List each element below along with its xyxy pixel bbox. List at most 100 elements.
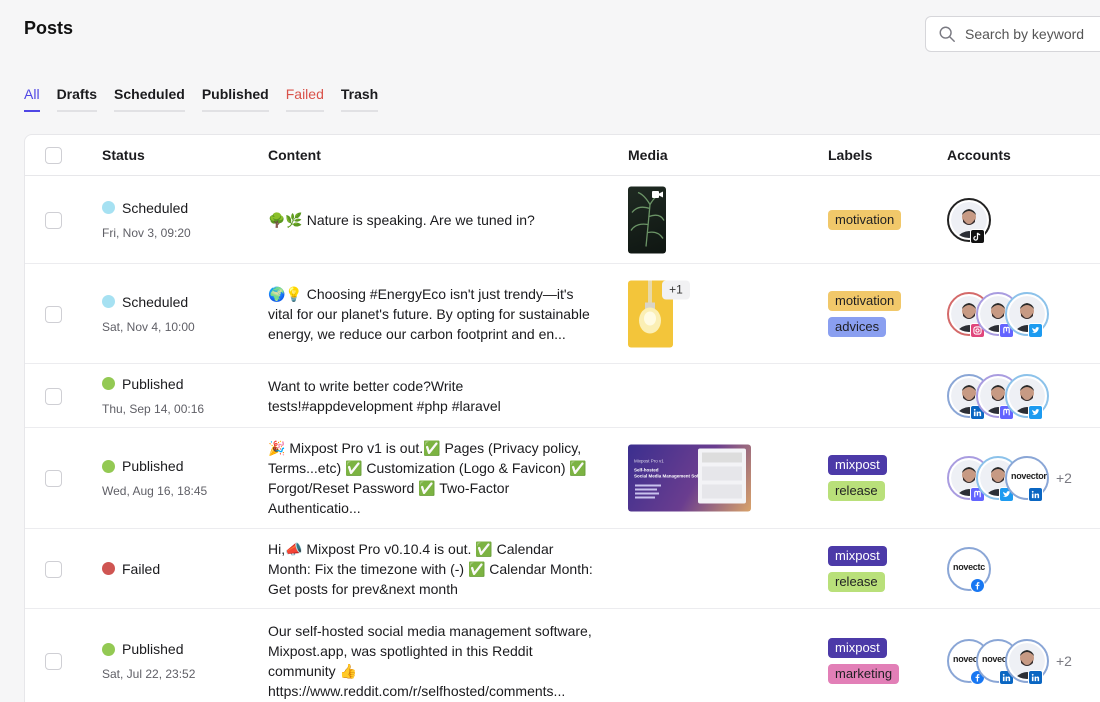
status-tabs: All Drafts Scheduled Published Failed Tr… bbox=[24, 86, 395, 112]
labels-cell: mixpost release bbox=[828, 545, 887, 592]
more-accounts-count[interactable]: +2 bbox=[1056, 653, 1072, 669]
tab-trash[interactable]: Trash bbox=[340, 86, 379, 112]
plant-video-thumbnail[interactable] bbox=[628, 186, 666, 253]
status-dot bbox=[102, 295, 115, 308]
twitter-icon bbox=[1028, 322, 1043, 338]
tab-published[interactable]: Published bbox=[201, 86, 269, 112]
brand-logo-text: novec bbox=[953, 654, 978, 664]
row-checkbox[interactable] bbox=[45, 653, 62, 670]
status-dot bbox=[102, 562, 115, 575]
status-cell: Published Sat, Jul 22, 23:52 bbox=[102, 641, 195, 681]
status-text: Scheduled bbox=[122, 293, 189, 310]
post-content[interactable]: Our self-hosted social media management … bbox=[268, 621, 598, 701]
post-content[interactable]: Want to write better code?Write tests!#a… bbox=[268, 376, 528, 416]
label-badge: release bbox=[828, 571, 885, 592]
column-header-status: Status bbox=[102, 147, 145, 163]
status-dot bbox=[102, 201, 115, 214]
search-icon bbox=[939, 26, 955, 42]
status-text: Failed bbox=[122, 560, 161, 577]
row-checkbox[interactable] bbox=[45, 470, 62, 487]
posts-table: Status Content Media Labels Accounts Sch… bbox=[24, 134, 1100, 702]
account-avatar[interactable] bbox=[947, 197, 991, 244]
column-header-media: Media bbox=[628, 147, 668, 163]
account-avatar[interactable] bbox=[1005, 291, 1049, 338]
status-dot bbox=[102, 377, 115, 390]
table-row[interactable]: Failed Hi,📣 Mixpost Pro v0.10.4 is out. … bbox=[25, 529, 1100, 609]
more-accounts-count[interactable]: +2 bbox=[1056, 470, 1072, 486]
post-content[interactable]: 🎉 Mixpost Pro v1 is out.✅ Pages (Privacy… bbox=[268, 438, 598, 518]
accounts-cell: novectc bbox=[947, 546, 991, 593]
label-badge: advices bbox=[828, 316, 887, 337]
lightbulb-image-thumbnail[interactable]: +1 bbox=[628, 280, 690, 347]
brand-logo-text: novector bbox=[1011, 471, 1047, 481]
brand-logo-text: novectc bbox=[953, 561, 985, 572]
table-row[interactable]: Scheduled Sat, Nov 4, 10:00 🌍💡 Choosing … bbox=[25, 264, 1100, 364]
labels-cell: motivation advices bbox=[828, 290, 902, 337]
status-cell: Scheduled Sat, Nov 4, 10:00 bbox=[102, 294, 195, 334]
status-text: Published bbox=[122, 375, 184, 392]
accounts-cell bbox=[947, 197, 991, 244]
banner-feature-list bbox=[635, 484, 665, 501]
page-title: Posts bbox=[24, 18, 74, 38]
label-badge: marketing bbox=[828, 664, 900, 684]
mixpost-pro-banner-thumbnail[interactable]: Mixpost Pro v1 Self-hosted Social Media … bbox=[628, 444, 751, 512]
status-dot bbox=[102, 459, 115, 473]
account-avatar[interactable]: novector bbox=[1005, 456, 1049, 502]
status-date: Sat, Nov 4, 10:00 bbox=[102, 319, 195, 334]
tab-failed[interactable]: Failed bbox=[285, 86, 324, 112]
twitter-icon bbox=[1028, 404, 1043, 420]
labels-cell: mixpost marketing bbox=[828, 638, 900, 684]
linkedin-icon bbox=[1028, 487, 1043, 502]
banner-screenshot bbox=[698, 448, 746, 504]
column-header-content: Content bbox=[268, 147, 321, 163]
search-box[interactable] bbox=[925, 16, 1100, 52]
linkedin-icon bbox=[1028, 670, 1043, 685]
table-row[interactable]: Published Wed, Aug 16, 18:45 🎉 Mixpost P… bbox=[25, 428, 1100, 529]
label-badge: release bbox=[828, 481, 885, 501]
video-camera-icon bbox=[652, 190, 663, 198]
account-avatar[interactable] bbox=[1005, 373, 1049, 420]
status-cell: Published Thu, Sep 14, 00:16 bbox=[102, 376, 204, 416]
post-content[interactable]: 🌍💡 Choosing #EnergyEco isn't just trendy… bbox=[268, 284, 598, 344]
labels-cell: motivation bbox=[828, 209, 902, 230]
column-header-accounts: Accounts bbox=[947, 147, 1011, 163]
labels-cell: mixpost release bbox=[828, 455, 887, 501]
status-date: Thu, Sep 14, 00:16 bbox=[102, 401, 205, 416]
accounts-cell bbox=[947, 291, 1049, 338]
status-cell: Scheduled Fri, Nov 3, 09:20 bbox=[102, 200, 191, 240]
status-cell: Published Wed, Aug 16, 18:45 bbox=[102, 458, 207, 498]
accounts-cell: novector +2 bbox=[947, 456, 1072, 502]
row-checkbox[interactable] bbox=[45, 387, 62, 405]
row-checkbox[interactable] bbox=[45, 305, 62, 323]
label-badge: mixpost bbox=[828, 545, 887, 566]
table-row[interactable]: Published Thu, Sep 14, 00:16 Want to wri… bbox=[25, 364, 1100, 428]
label-badge: motivation bbox=[828, 290, 902, 311]
tab-scheduled[interactable]: Scheduled bbox=[114, 86, 185, 112]
status-text: Published bbox=[122, 458, 184, 474]
status-text: Scheduled bbox=[122, 199, 189, 216]
facebook-icon bbox=[970, 577, 985, 593]
status-date: Sat, Jul 22, 23:52 bbox=[102, 667, 196, 681]
tab-drafts[interactable]: Drafts bbox=[56, 86, 98, 112]
row-checkbox[interactable] bbox=[45, 560, 62, 578]
select-all-checkbox[interactable] bbox=[45, 147, 62, 164]
row-checkbox[interactable] bbox=[45, 211, 62, 229]
tiktok-icon bbox=[970, 228, 985, 244]
table-row[interactable]: Published Sat, Jul 22, 23:52 Our self-ho… bbox=[25, 609, 1100, 702]
status-date: Fri, Nov 3, 09:20 bbox=[102, 225, 191, 240]
status-text: Published bbox=[122, 641, 184, 657]
tab-all[interactable]: All bbox=[24, 86, 40, 112]
status-dot bbox=[102, 642, 115, 656]
status-date: Wed, Aug 16, 18:45 bbox=[102, 484, 208, 498]
account-avatar[interactable]: novectc bbox=[947, 546, 991, 593]
status-cell: Failed bbox=[102, 561, 160, 577]
table-header: Status Content Media Labels Accounts bbox=[25, 135, 1100, 176]
account-avatar[interactable] bbox=[1005, 639, 1049, 685]
post-content[interactable]: 🌳🌿 Nature is speaking. Are we tuned in? bbox=[268, 210, 598, 230]
column-header-labels: Labels bbox=[828, 147, 873, 163]
label-badge: mixpost bbox=[828, 455, 887, 475]
table-row[interactable]: Scheduled Fri, Nov 3, 09:20 🌳🌿 Nature is… bbox=[25, 176, 1100, 264]
label-badge: mixpost bbox=[828, 638, 887, 658]
post-content[interactable]: Hi,📣 Mixpost Pro v0.10.4 is out. ✅ Calen… bbox=[268, 539, 598, 599]
search-input[interactable] bbox=[965, 26, 1100, 42]
